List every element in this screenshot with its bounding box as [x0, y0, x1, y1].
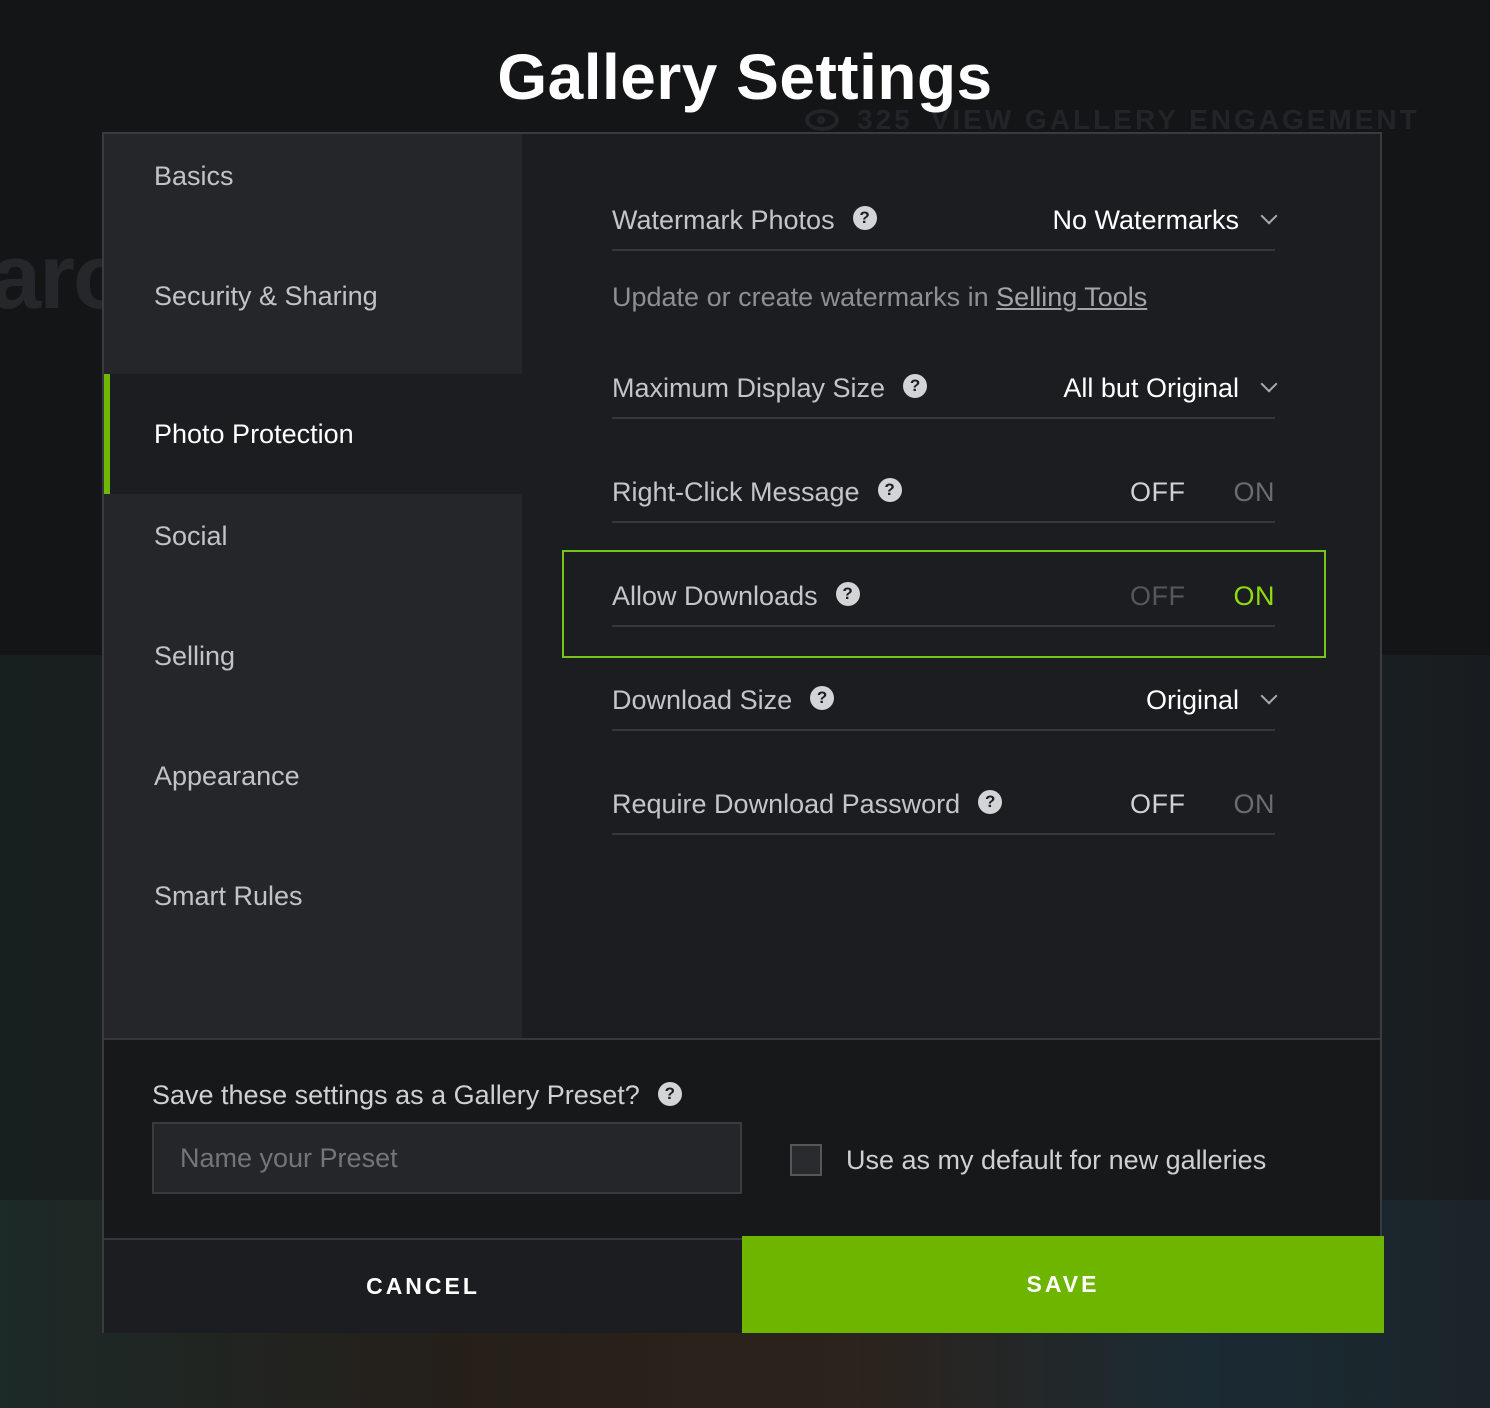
watermark-label: Watermark Photos: [612, 204, 835, 235]
help-icon[interactable]: ?: [810, 686, 835, 710]
display-size-row: Maximum Display Size ? All but Original: [612, 359, 1278, 419]
chevron-down-icon: [1260, 375, 1278, 393]
allow-downloads-label: Allow Downloads: [612, 580, 818, 611]
allow-downloads-row: Allow Downloads ? OFF ON: [612, 567, 1275, 627]
watermark-row: Watermark Photos ? No Watermarks: [612, 191, 1278, 251]
watermark-note: Update or create watermarks in Selling T…: [612, 282, 1147, 313]
toggle-on-option[interactable]: ON: [1234, 789, 1276, 820]
watermark-note-text: Update or create watermarks in: [612, 282, 997, 312]
watermark-select[interactable]: No Watermarks: [1052, 204, 1278, 236]
display-size-select[interactable]: All but Original: [1063, 372, 1278, 404]
preset-label: Save these settings as a Gallery Preset?: [152, 1080, 640, 1110]
chevron-down-icon: [1260, 207, 1278, 225]
sidebar-item-photo-protection[interactable]: Photo Protection: [104, 374, 522, 494]
allow-downloads-label-group: Allow Downloads ?: [612, 581, 860, 612]
sidebar-item-smart-rules[interactable]: Smart Rules: [104, 854, 522, 974]
download-password-label-group: Require Download Password ?: [612, 788, 1003, 820]
help-icon[interactable]: ?: [852, 206, 877, 230]
page-title: Gallery Settings: [497, 41, 993, 113]
sidebar-item-label: Selling: [154, 640, 236, 671]
right-click-toggle: OFF ON: [1130, 477, 1275, 508]
sidebar-item-security-sharing[interactable]: Security & Sharing: [104, 254, 522, 374]
download-password-toggle: OFF ON: [1130, 789, 1275, 820]
download-size-label: Download Size: [612, 684, 793, 715]
cancel-button[interactable]: CANCEL: [104, 1238, 742, 1333]
sidebar-item-social[interactable]: Social: [104, 494, 522, 614]
save-button[interactable]: SAVE: [742, 1236, 1384, 1333]
sidebar-item-label: Security & Sharing: [154, 280, 378, 311]
sidebar-item-appearance[interactable]: Appearance: [104, 734, 522, 854]
toggle-off-option[interactable]: OFF: [1130, 789, 1186, 820]
sidebar-item-label: Smart Rules: [154, 880, 303, 911]
sidebar-item-label: Social: [154, 520, 228, 551]
download-size-select[interactable]: Original: [1145, 684, 1278, 716]
display-size-label: Maximum Display Size: [612, 372, 886, 403]
display-size-value: All but Original: [1063, 372, 1239, 403]
right-click-label-group: Right-Click Message ?: [612, 477, 902, 508]
download-size-label-group: Download Size ?: [612, 684, 835, 716]
download-password-label: Require Download Password: [612, 788, 961, 819]
sidebar-item-basics[interactable]: Basics: [104, 134, 522, 254]
default-preset-option[interactable]: Use as my default for new galleries: [790, 1144, 1266, 1176]
default-preset-label: Use as my default for new galleries: [846, 1144, 1267, 1175]
toggle-on-option[interactable]: ON: [1234, 581, 1276, 612]
help-icon[interactable]: ?: [835, 582, 860, 606]
watermark-value: No Watermarks: [1052, 204, 1239, 235]
help-icon[interactable]: ?: [657, 1081, 682, 1106]
allow-downloads-toggle: OFF ON: [1130, 581, 1275, 612]
download-size-row: Download Size ? Original: [612, 671, 1278, 731]
sidebar-item-label: Basics: [154, 160, 234, 191]
sidebar-item-label: Appearance: [154, 760, 300, 791]
sidebar-item-selling[interactable]: Selling: [104, 614, 522, 734]
display-size-label-group: Maximum Display Size ?: [612, 372, 928, 404]
help-icon[interactable]: ?: [903, 374, 928, 398]
preset-name-input[interactable]: [152, 1122, 742, 1194]
right-click-row: Right-Click Message ? OFF ON: [612, 463, 1275, 523]
preset-label-group: Save these settings as a Gallery Preset?…: [152, 1080, 682, 1111]
right-click-label: Right-Click Message: [612, 476, 860, 507]
toggle-on-option[interactable]: ON: [1234, 477, 1276, 508]
help-icon[interactable]: ?: [978, 790, 1003, 814]
sidebar-item-label: Photo Protection: [154, 418, 354, 449]
selling-tools-link[interactable]: Selling Tools: [996, 282, 1147, 312]
preset-section: Save these settings as a Gallery Preset?…: [104, 1038, 1380, 1238]
photo-protection-panel: Watermark Photos ? No Watermarks Update …: [522, 134, 1380, 1038]
settings-modal: Basics Security & Sharing Photo Protecti…: [102, 132, 1384, 1333]
help-icon[interactable]: ?: [877, 478, 902, 502]
modal-footer: CANCEL SAVE: [104, 1236, 1384, 1333]
toggle-off-option[interactable]: OFF: [1130, 477, 1186, 508]
default-preset-checkbox[interactable]: [790, 1144, 822, 1176]
toggle-off-option[interactable]: OFF: [1130, 581, 1186, 612]
settings-sidebar: Basics Security & Sharing Photo Protecti…: [104, 134, 522, 1038]
download-size-value: Original: [1145, 684, 1239, 715]
watermark-label-group: Watermark Photos ?: [612, 205, 877, 236]
download-password-row: Require Download Password ? OFF ON: [612, 775, 1275, 835]
chevron-down-icon: [1260, 687, 1278, 705]
